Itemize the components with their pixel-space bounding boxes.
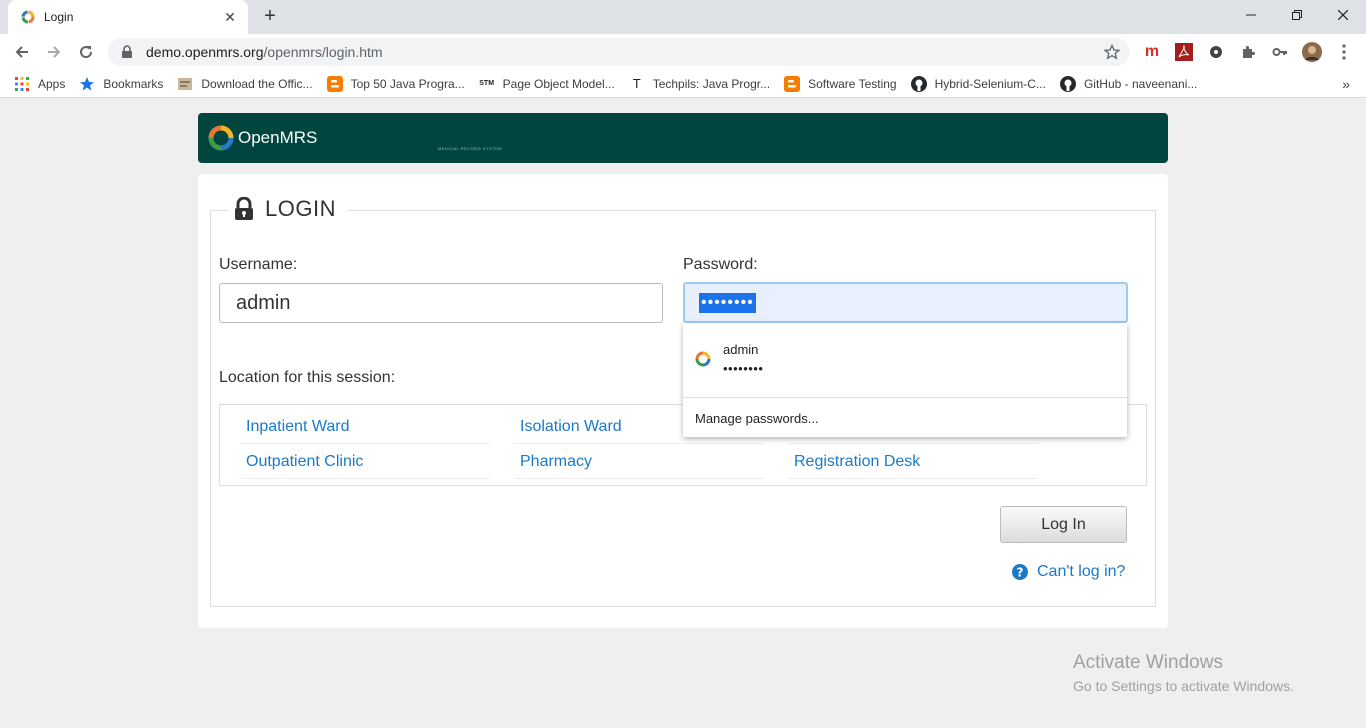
bookmark-apps[interactable]: Apps [14,76,65,92]
bookmark-label: Apps [38,76,66,91]
pdf-extension-icon[interactable] [1174,42,1194,62]
bookmark-label: Bookmarks [103,76,164,91]
t-icon: T [632,76,641,91]
username-label: Username: [219,256,298,273]
location-pharmacy[interactable]: Pharmacy [514,445,764,479]
close-window-icon[interactable] [1320,0,1366,30]
restore-icon[interactable] [1274,0,1320,30]
password-value: •••••••• [699,292,756,313]
url-domain: demo.openmrs.org [146,44,264,60]
bookmark-label: Page Object Model... [502,76,615,91]
location-inpatient-ward[interactable]: Inpatient Ward [240,410,490,444]
username-field[interactable]: admin [219,283,663,323]
svg-text:?: ? [1017,566,1024,580]
key-passwords-icon[interactable] [1270,42,1290,62]
camera-extension-icon[interactable] [1206,42,1226,62]
star-icon [80,76,95,90]
puzzle-extensions-icon[interactable] [1238,42,1258,62]
login-legend: LOGIN [229,193,348,225]
bookmark-github-naveen[interactable]: GitHub - naveenani... [1059,75,1198,92]
brand-name: OpenMRS [238,128,318,147]
forward-icon[interactable] [40,38,68,66]
cant-login-link[interactable]: ? Can't log in? [1012,563,1125,581]
new-tab-icon[interactable]: + [258,5,282,29]
activate-windows-watermark: Activate Windows Go to Settings to activ… [1073,652,1294,694]
username-value: admin [236,291,291,314]
github-icon [910,75,927,92]
bookmark-label: Top 50 Java Progra... [350,76,465,91]
location-outpatient-clinic[interactable]: Outpatient Clinic [240,445,490,479]
tab-strip: Login ✕ + [0,0,1366,34]
autofill-password: •••••••• [723,361,764,376]
bookmark-download-office[interactable]: Download the Offic... [177,76,313,92]
url-path: /openmrs/login.htm [263,44,383,60]
openmrs-favicon-icon [21,10,35,24]
bookmark-label: GitHub - naveenani... [1083,76,1198,91]
openmrs-favicon-icon [695,351,711,367]
bookmark-label: Software Testing [808,76,897,91]
bookmarks-bar: Apps Bookmarks Download the Offic... Top… [0,70,1366,98]
extension-m-icon[interactable]: m [1142,42,1162,62]
stm-icon: STM [479,80,495,87]
watermark-title: Activate Windows [1073,652,1223,673]
bookmark-label: Download the Offic... [201,76,313,91]
autofill-divider [683,397,1127,398]
bookmark-label: Hybrid-Selenium-C... [934,76,1046,91]
github-icon [1059,75,1076,92]
bookmark-page-object-model[interactable]: STM Page Object Model... [479,76,615,92]
back-icon[interactable] [8,38,36,66]
lock-icon[interactable] [120,45,134,59]
padlock-icon [235,197,253,220]
tab-title: Login [44,10,74,24]
bookmark-hybrid-selenium[interactable]: Hybrid-Selenium-C... [910,75,1046,92]
address-bar[interactable]: demo.openmrs.org/openmrs/login.htm [108,38,1130,66]
blogger-icon [784,75,801,92]
autofill-suggestion[interactable]: admin •••••••• [683,323,1127,397]
password-field[interactable]: •••••••• [683,282,1128,323]
question-circle-icon: ? [1012,564,1028,580]
location-label: Location for this session: [219,369,396,386]
url-text: demo.openmrs.org/openmrs/login.htm [146,44,1130,60]
bookmark-software-testing[interactable]: Software Testing [784,75,897,92]
autofill-username: admin [723,342,759,357]
location-registration-desk[interactable]: Registration Desk [788,445,1038,479]
blogger-icon [326,75,343,92]
password-autofill-dropdown: admin •••••••• Manage passwords... [683,323,1127,437]
bookmark-top-50-java[interactable]: Top 50 Java Progra... [326,75,465,92]
login-button[interactable]: Log In [1000,506,1127,543]
minimize-icon[interactable] [1228,0,1274,30]
page-icon [178,77,193,90]
profile-avatar[interactable] [1302,42,1322,62]
browser-toolbar: demo.openmrs.org/openmrs/login.htm m [0,34,1366,70]
manage-passwords-link[interactable]: Manage passwords... [695,411,819,426]
reload-icon[interactable] [72,38,100,66]
cant-login-text: Can't log in? [1037,563,1126,580]
tab-login[interactable]: Login ✕ [8,0,248,34]
bookmark-label: Techpils: Java Progr... [652,76,771,91]
bookmark-techpils[interactable]: T Techpils: Java Progr... [629,76,770,92]
brand-tagline: MEDICAL RECORD SYSTEM [438,146,503,151]
apps-grid-icon [15,76,29,91]
bookmark-star-icon[interactable] [1104,44,1120,60]
bookmark-bookmarks[interactable]: Bookmarks [79,76,163,92]
menu-kebab-icon[interactable] [1334,42,1354,62]
more-bookmarks-icon[interactable]: » [1342,76,1350,92]
login-heading: LOGIN [265,196,336,221]
password-label: Password: [683,256,758,273]
close-tab-icon[interactable]: ✕ [222,9,238,26]
watermark-subtitle: Go to Settings to activate Windows. [1073,678,1294,694]
openmrs-logo-icon[interactable] [208,125,234,151]
brand-header: OpenMRS MEDICAL RECORD SYSTEM [198,113,1168,163]
